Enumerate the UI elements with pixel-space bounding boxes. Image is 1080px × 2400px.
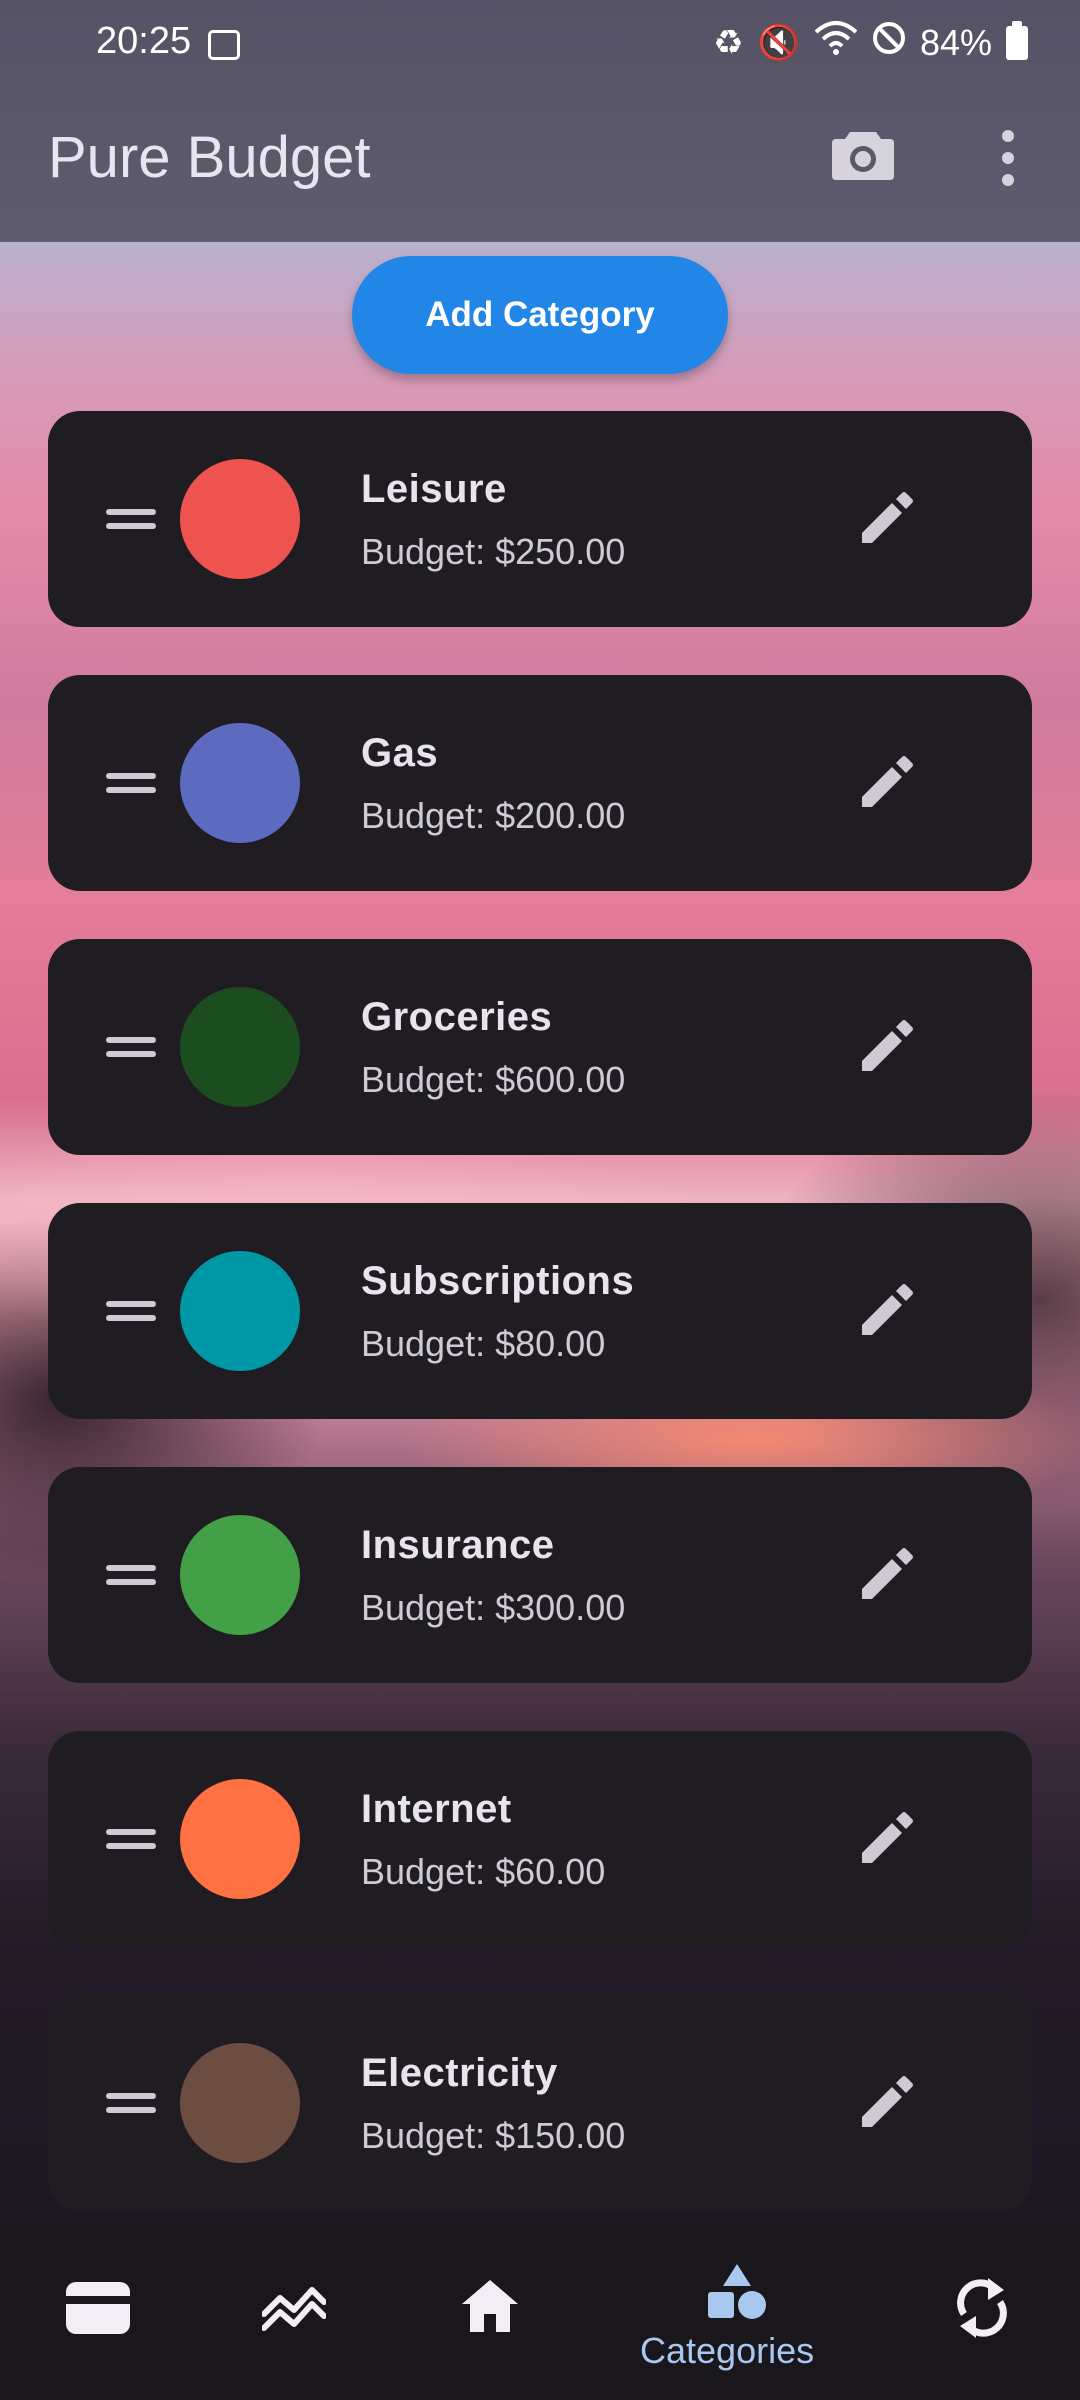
category-card[interactable]: Subscriptions Budget: $80.00 <box>48 1203 1032 1419</box>
trend-icon[interactable] <box>261 2284 327 2337</box>
add-category-button[interactable]: Add Category <box>352 256 728 374</box>
category-color-dot <box>180 1251 300 1371</box>
battery-icon <box>1006 20 1028 60</box>
do-not-disturb-icon <box>872 21 906 64</box>
drag-handle-icon[interactable] <box>106 1561 156 1589</box>
home-icon[interactable] <box>460 2276 520 2341</box>
category-budget: Budget: $150.00 <box>361 2115 626 2156</box>
battery-saver-icon: ♻ <box>713 23 744 62</box>
edit-icon[interactable] <box>856 1017 916 1077</box>
category-name: Electricity <box>361 2051 558 2095</box>
category-color-dot <box>180 987 300 1107</box>
wallet-icon[interactable] <box>66 2282 130 2339</box>
category-color-dot <box>180 459 300 579</box>
sync-icon[interactable] <box>954 2278 1010 2343</box>
category-color-dot <box>180 1779 300 1899</box>
drag-handle-icon[interactable] <box>106 1033 156 1061</box>
edit-icon[interactable] <box>856 1809 916 1869</box>
nav-label-categories[interactable]: Categories <box>640 2330 814 2372</box>
category-name: Groceries <box>361 995 553 1039</box>
drag-handle-icon[interactable] <box>106 1297 156 1325</box>
category-card[interactable]: Insurance Budget: $300.00 <box>48 1467 1032 1683</box>
edit-icon[interactable] <box>856 1545 916 1605</box>
battery-percent: 84% <box>919 21 992 63</box>
category-budget: Budget: $80.00 <box>361 1323 606 1364</box>
more-vert-icon[interactable] <box>998 130 1018 186</box>
category-name: Gas <box>361 731 439 775</box>
mute-icon: 🔇 <box>757 23 800 62</box>
edit-icon[interactable] <box>856 2073 916 2133</box>
status-icons: ♻ 🔇 84% <box>713 20 1028 65</box>
category-card[interactable]: Leisure Budget: $250.00 <box>48 411 1032 627</box>
category-card[interactable]: Groceries Budget: $600.00 <box>48 939 1032 1155</box>
drag-handle-icon[interactable] <box>106 1825 156 1853</box>
category-budget: Budget: $250.00 <box>361 531 626 572</box>
category-name: Insurance <box>361 1523 555 1567</box>
edit-icon[interactable] <box>856 753 916 813</box>
category-budget: Budget: $60.00 <box>361 1851 606 1892</box>
category-card[interactable]: Electricity Budget: $150.00 <box>48 1995 1032 2211</box>
wifi-icon <box>814 20 858 65</box>
drag-handle-icon[interactable] <box>106 769 156 797</box>
drag-handle-icon[interactable] <box>106 505 156 533</box>
app-bar: 20:25 ♻ 🔇 84% Pure Budget <box>0 0 1080 242</box>
category-color-dot <box>180 1515 300 1635</box>
category-name: Subscriptions <box>361 1259 635 1303</box>
category-budget: Budget: $600.00 <box>361 1059 626 1100</box>
categories-icon[interactable] <box>706 2264 768 2327</box>
status-time: 20:25 <box>96 20 192 62</box>
edit-icon[interactable] <box>856 489 916 549</box>
app-title: Pure Budget <box>48 125 371 190</box>
camera-icon[interactable] <box>832 128 894 180</box>
category-card[interactable]: Gas Budget: $200.00 <box>48 675 1032 891</box>
category-budget: Budget: $300.00 <box>361 1587 626 1628</box>
category-color-dot <box>180 2043 300 2163</box>
category-color-dot <box>180 723 300 843</box>
category-name: Leisure <box>361 467 507 511</box>
category-card[interactable]: Internet Budget: $60.00 <box>48 1731 1032 1947</box>
category-budget: Budget: $200.00 <box>361 795 626 836</box>
bottom-navigation: Categories <box>0 2230 1080 2400</box>
category-name: Internet <box>361 1787 512 1831</box>
edit-icon[interactable] <box>856 1281 916 1341</box>
drag-handle-icon[interactable] <box>106 2089 156 2117</box>
gallery-notification-icon <box>208 30 240 60</box>
